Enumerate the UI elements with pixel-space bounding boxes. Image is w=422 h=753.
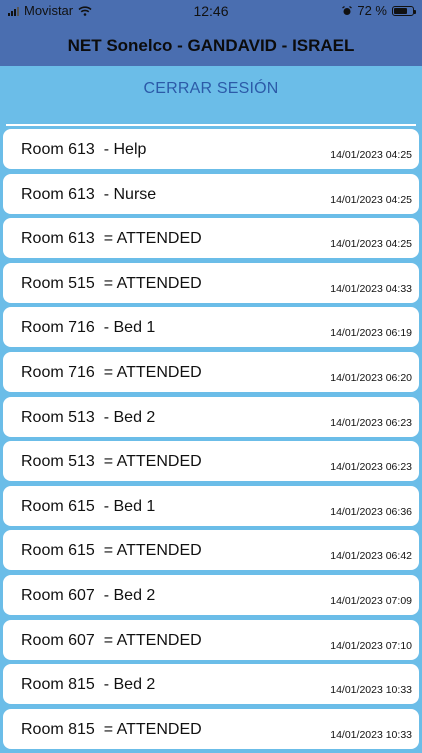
alert-timestamp: 14/01/2023 04:25 — [330, 149, 412, 161]
alert-label: Room 515 = ATTENDED — [21, 275, 202, 293]
alert-status: = ATTENDED — [94, 720, 202, 738]
list-item[interactable]: Room 716 - Bed 1 14/01/2023 06:19 — [3, 307, 419, 348]
alert-status: = ATTENDED — [94, 274, 202, 292]
room-name: Room 815 — [21, 676, 95, 694]
alert-status: = ATTENDED — [94, 230, 202, 248]
alert-label: Room 513 - Bed 2 — [21, 409, 155, 427]
room-name: Room 716 — [21, 319, 95, 337]
list-item[interactable]: Room 815 - Bed 2 14/01/2023 10:33 — [3, 664, 419, 705]
room-name: Room 513 — [21, 453, 95, 471]
alert-status: = ATTENDED — [94, 631, 202, 649]
alert-status: - Nurse — [94, 185, 157, 203]
list-item[interactable]: Room 615 - Bed 1 14/01/2023 06:36 — [3, 485, 419, 526]
alert-status: - Bed 2 — [94, 408, 156, 426]
alert-status: = ATTENDED — [94, 453, 202, 471]
alert-label: Room 607 - Bed 2 — [21, 587, 155, 605]
alert-timestamp: 14/01/2023 06:36 — [330, 505, 412, 518]
alert-label: Room 716 - Bed 1 — [21, 319, 155, 337]
alert-timestamp: 14/01/2023 07:10 — [330, 639, 412, 652]
list-item[interactable]: Room 615 = ATTENDED 14/01/2023 06:42 — [3, 530, 419, 571]
room-name: Room 815 — [21, 720, 95, 738]
list-item[interactable]: Room 815 = ATTENDED 14/01/2023 10:33 — [3, 708, 419, 749]
alert-status: = ATTENDED — [94, 542, 202, 560]
list-item[interactable]: Room 513 - Bed 2 14/01/2023 06:23 — [3, 396, 419, 437]
list-item[interactable]: Room 607 - Bed 2 14/01/2023 07:09 — [3, 574, 419, 615]
alert-label: Room 615 = ATTENDED — [21, 542, 202, 560]
divider — [6, 124, 416, 126]
list-item[interactable]: Room 613 - Help 14/01/2023 04:25 — [3, 129, 419, 169]
alert-timestamp: 14/01/2023 04:33 — [330, 282, 412, 295]
list-item[interactable]: Room 515 = ATTENDED 14/01/2023 04:33 — [3, 262, 419, 303]
alert-label: Room 613 = ATTENDED — [21, 230, 202, 248]
alert-timestamp: 14/01/2023 04:25 — [330, 238, 412, 251]
list-item[interactable]: Room 716 = ATTENDED 14/01/2023 06:20 — [3, 351, 419, 392]
room-name: Room 613 — [21, 185, 95, 203]
alert-label: Room 613 - Help — [21, 141, 146, 159]
room-name: Room 607 — [21, 631, 95, 649]
alert-timestamp: 14/01/2023 04:25 — [330, 193, 412, 206]
alert-label: Room 615 - Bed 1 — [21, 498, 155, 516]
alert-label: Room 815 - Bed 2 — [21, 676, 155, 694]
alert-timestamp: 14/01/2023 10:33 — [330, 684, 412, 697]
alert-label: Room 513 = ATTENDED — [21, 453, 202, 471]
room-name: Room 615 — [21, 542, 95, 560]
status-bar: Movistar 12:46 72 % — [0, 0, 422, 22]
alert-timestamp: 14/01/2023 06:23 — [330, 416, 412, 429]
alert-timestamp: 14/01/2023 07:09 — [330, 594, 412, 607]
alert-status: - Help — [94, 141, 147, 158]
status-right: 72 % — [342, 3, 416, 18]
alert-status: - Bed 1 — [94, 497, 156, 515]
room-name: Room 607 — [21, 586, 95, 604]
list-item[interactable]: Room 613 - Nurse 14/01/2023 04:25 — [3, 173, 419, 214]
room-name: Room 515 — [21, 274, 95, 292]
alert-status: - Bed 1 — [94, 319, 156, 337]
alert-timestamp: 14/01/2023 06:42 — [330, 550, 412, 563]
room-name: Room 716 — [21, 363, 95, 381]
alert-timestamp: 14/01/2023 06:23 — [330, 461, 412, 474]
alert-timestamp: 14/01/2023 10:33 — [330, 728, 412, 741]
alert-label: Room 607 = ATTENDED — [21, 632, 202, 650]
battery-percent: 72 % — [357, 3, 387, 18]
alert-label: Room 613 - Nurse — [21, 186, 156, 204]
alert-status: - Bed 2 — [94, 676, 156, 694]
list-item[interactable]: Room 513 = ATTENDED 14/01/2023 06:23 — [3, 441, 419, 482]
alert-list: Room 613 - Help 14/01/2023 04:25 Room 613 … — [3, 129, 419, 753]
alert-label: Room 716 = ATTENDED — [21, 364, 202, 382]
room-name: Room 513 — [21, 408, 95, 426]
room-name: Room 613 — [21, 230, 95, 248]
room-name: Room 613 — [21, 141, 95, 158]
battery-icon — [392, 5, 416, 16]
alert-timestamp: 14/01/2023 06:19 — [330, 327, 412, 340]
alert-label: Room 815 = ATTENDED — [21, 721, 202, 739]
app-header: Movistar 12:46 72 % NET Sonelco - GANDAV… — [0, 0, 422, 66]
alert-timestamp: 14/01/2023 06:20 — [330, 371, 412, 384]
page-title: NET Sonelco - GANDAVID - ISRAEL — [67, 36, 355, 55]
list-item[interactable]: Room 607 = ATTENDED 14/01/2023 07:10 — [3, 619, 419, 660]
room-name: Room 615 — [21, 497, 95, 515]
alert-status: - Bed 2 — [94, 586, 156, 604]
alert-status: = ATTENDED — [94, 363, 202, 381]
logout-button[interactable]: CERRAR SESIÓN — [0, 80, 422, 98]
list-item[interactable]: Room 613 = ATTENDED 14/01/2023 04:25 — [3, 218, 419, 259]
alarm-icon — [342, 5, 353, 15]
